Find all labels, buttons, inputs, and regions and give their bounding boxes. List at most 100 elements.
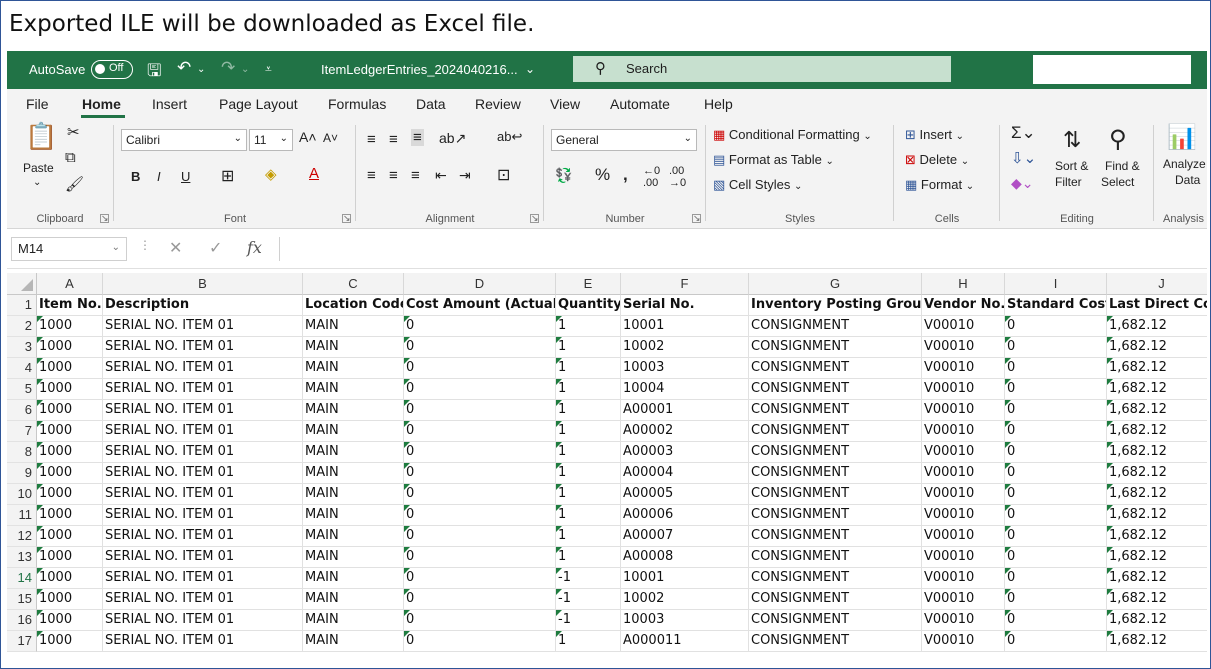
table-cell[interactable]: CONSIGNMENT — [749, 421, 922, 442]
table-cell[interactable]: 0 — [1005, 442, 1107, 463]
table-cell[interactable]: 1000 — [37, 547, 103, 568]
table-cell[interactable]: 1000 — [37, 589, 103, 610]
align-right-icon[interactable]: ≡ — [411, 167, 420, 184]
column-header-a[interactable]: A — [37, 273, 103, 295]
align-top-icon[interactable]: ≡ — [367, 131, 376, 148]
autosave-toggle[interactable]: Off — [91, 60, 133, 79]
table-cell[interactable]: A00003 — [621, 442, 749, 463]
header-cell[interactable]: Vendor No. — [922, 295, 1005, 316]
save-icon[interactable]: 🖫 — [147, 58, 161, 87]
table-cell[interactable]: 10004 — [621, 379, 749, 400]
formula-input[interactable] — [279, 237, 1203, 261]
table-cell[interactable]: 0 — [404, 610, 556, 631]
align-left-icon[interactable]: ≡ — [367, 167, 376, 184]
row-header-6[interactable]: 6 — [7, 400, 37, 421]
header-cell[interactable]: Serial No. — [621, 295, 749, 316]
account-area[interactable] — [1033, 55, 1191, 84]
align-middle-icon[interactable]: ≡ — [389, 131, 398, 148]
table-cell[interactable]: MAIN — [303, 358, 404, 379]
header-cell[interactable]: Item No. — [37, 295, 103, 316]
table-cell[interactable]: 10003 — [621, 358, 749, 379]
table-cell[interactable]: 0 — [404, 442, 556, 463]
copy-icon[interactable]: ⧉ — [65, 149, 76, 166]
name-box[interactable]: M14 ⌄ — [11, 237, 127, 261]
table-cell[interactable]: A00005 — [621, 484, 749, 505]
column-header-d[interactable]: D — [404, 273, 556, 295]
clear-icon[interactable]: ◆⌄ — [1011, 175, 1034, 192]
table-cell[interactable]: 1 — [556, 421, 621, 442]
orientation-icon[interactable]: ab↗ — [439, 130, 466, 147]
table-cell[interactable]: 10002 — [621, 589, 749, 610]
customize-qat-icon[interactable]: ⩡ — [265, 62, 272, 77]
table-cell[interactable]: MAIN — [303, 421, 404, 442]
table-cell[interactable]: SERIAL NO. ITEM 01 — [103, 484, 303, 505]
find-select-icon[interactable]: ⚲ — [1109, 125, 1127, 154]
paste-dropdown-icon[interactable]: ⌄ — [33, 177, 41, 188]
tab-view[interactable]: View — [550, 96, 580, 112]
find-select-label-2[interactable]: Select — [1101, 175, 1134, 189]
table-cell[interactable]: V00010 — [922, 463, 1005, 484]
table-cell[interactable]: 1,682.12 — [1107, 526, 1207, 547]
table-cell[interactable]: CONSIGNMENT — [749, 484, 922, 505]
table-cell[interactable]: 1,682.12 — [1107, 589, 1207, 610]
analyze-data-label-1[interactable]: Analyze — [1163, 157, 1206, 171]
column-header-c[interactable]: C — [303, 273, 404, 295]
insert-function-icon[interactable]: fx — [247, 238, 262, 257]
table-cell[interactable]: 1 — [556, 316, 621, 337]
comma-style-icon[interactable]: , — [623, 165, 628, 185]
table-cell[interactable]: 1 — [556, 631, 621, 652]
table-cell[interactable]: 0 — [1005, 505, 1107, 526]
table-cell[interactable]: 1000 — [37, 379, 103, 400]
sort-filter-label-1[interactable]: Sort & — [1055, 159, 1088, 173]
table-cell[interactable]: 1 — [556, 463, 621, 484]
font-color-icon[interactable]: A — [309, 165, 319, 182]
paste-label[interactable]: Paste — [23, 161, 54, 175]
table-cell[interactable]: 1,682.12 — [1107, 631, 1207, 652]
table-cell[interactable]: MAIN — [303, 337, 404, 358]
table-cell[interactable]: 0 — [1005, 463, 1107, 484]
table-cell[interactable]: 0 — [404, 358, 556, 379]
table-cell[interactable]: -1 — [556, 589, 621, 610]
table-cell[interactable]: 0 — [1005, 400, 1107, 421]
table-cell[interactable]: SERIAL NO. ITEM 01 — [103, 589, 303, 610]
table-cell[interactable]: 10001 — [621, 316, 749, 337]
table-cell[interactable]: 0 — [1005, 589, 1107, 610]
tab-help[interactable]: Help — [704, 96, 733, 112]
table-cell[interactable]: 1,682.12 — [1107, 316, 1207, 337]
table-cell[interactable]: CONSIGNMENT — [749, 547, 922, 568]
table-cell[interactable]: 0 — [404, 400, 556, 421]
borders-icon[interactable]: ⊞ — [221, 166, 234, 186]
table-cell[interactable]: 0 — [1005, 547, 1107, 568]
table-cell[interactable]: MAIN — [303, 547, 404, 568]
table-cell[interactable]: MAIN — [303, 610, 404, 631]
table-cell[interactable]: MAIN — [303, 631, 404, 652]
decrease-indent-icon[interactable]: ⇤ — [435, 167, 447, 184]
fill-color-icon[interactable]: ◈ — [265, 165, 277, 183]
table-cell[interactable]: V00010 — [922, 421, 1005, 442]
table-cell[interactable]: SERIAL NO. ITEM 01 — [103, 610, 303, 631]
table-cell[interactable]: V00010 — [922, 358, 1005, 379]
table-cell[interactable]: V00010 — [922, 631, 1005, 652]
table-cell[interactable]: MAIN — [303, 316, 404, 337]
table-cell[interactable]: A00002 — [621, 421, 749, 442]
table-cell[interactable]: SERIAL NO. ITEM 01 — [103, 505, 303, 526]
doc-chevron-icon[interactable]: ⌄ — [525, 62, 535, 76]
column-header-i[interactable]: I — [1005, 273, 1107, 295]
clipboard-launcher-icon[interactable]: ↘ — [100, 214, 109, 223]
increase-indent-icon[interactable]: ⇥ — [459, 167, 471, 184]
table-cell[interactable]: SERIAL NO. ITEM 01 — [103, 400, 303, 421]
table-cell[interactable]: 0 — [404, 421, 556, 442]
cell-styles-button[interactable]: ▧ Cell Styles ⌄ — [713, 177, 802, 193]
table-cell[interactable]: 1,682.12 — [1107, 484, 1207, 505]
table-cell[interactable]: SERIAL NO. ITEM 01 — [103, 421, 303, 442]
tab-formulas[interactable]: Formulas — [328, 96, 386, 112]
table-cell[interactable]: 0 — [1005, 337, 1107, 358]
table-cell[interactable]: 1000 — [37, 568, 103, 589]
column-header-g[interactable]: G — [749, 273, 922, 295]
percent-style-icon[interactable]: % — [595, 165, 610, 185]
document-name[interactable]: ItemLedgerEntries_2024040216... — [321, 62, 518, 77]
table-cell[interactable]: 1 — [556, 442, 621, 463]
table-cell[interactable]: V00010 — [922, 484, 1005, 505]
tab-review[interactable]: Review — [475, 96, 521, 112]
table-cell[interactable]: 0 — [404, 547, 556, 568]
